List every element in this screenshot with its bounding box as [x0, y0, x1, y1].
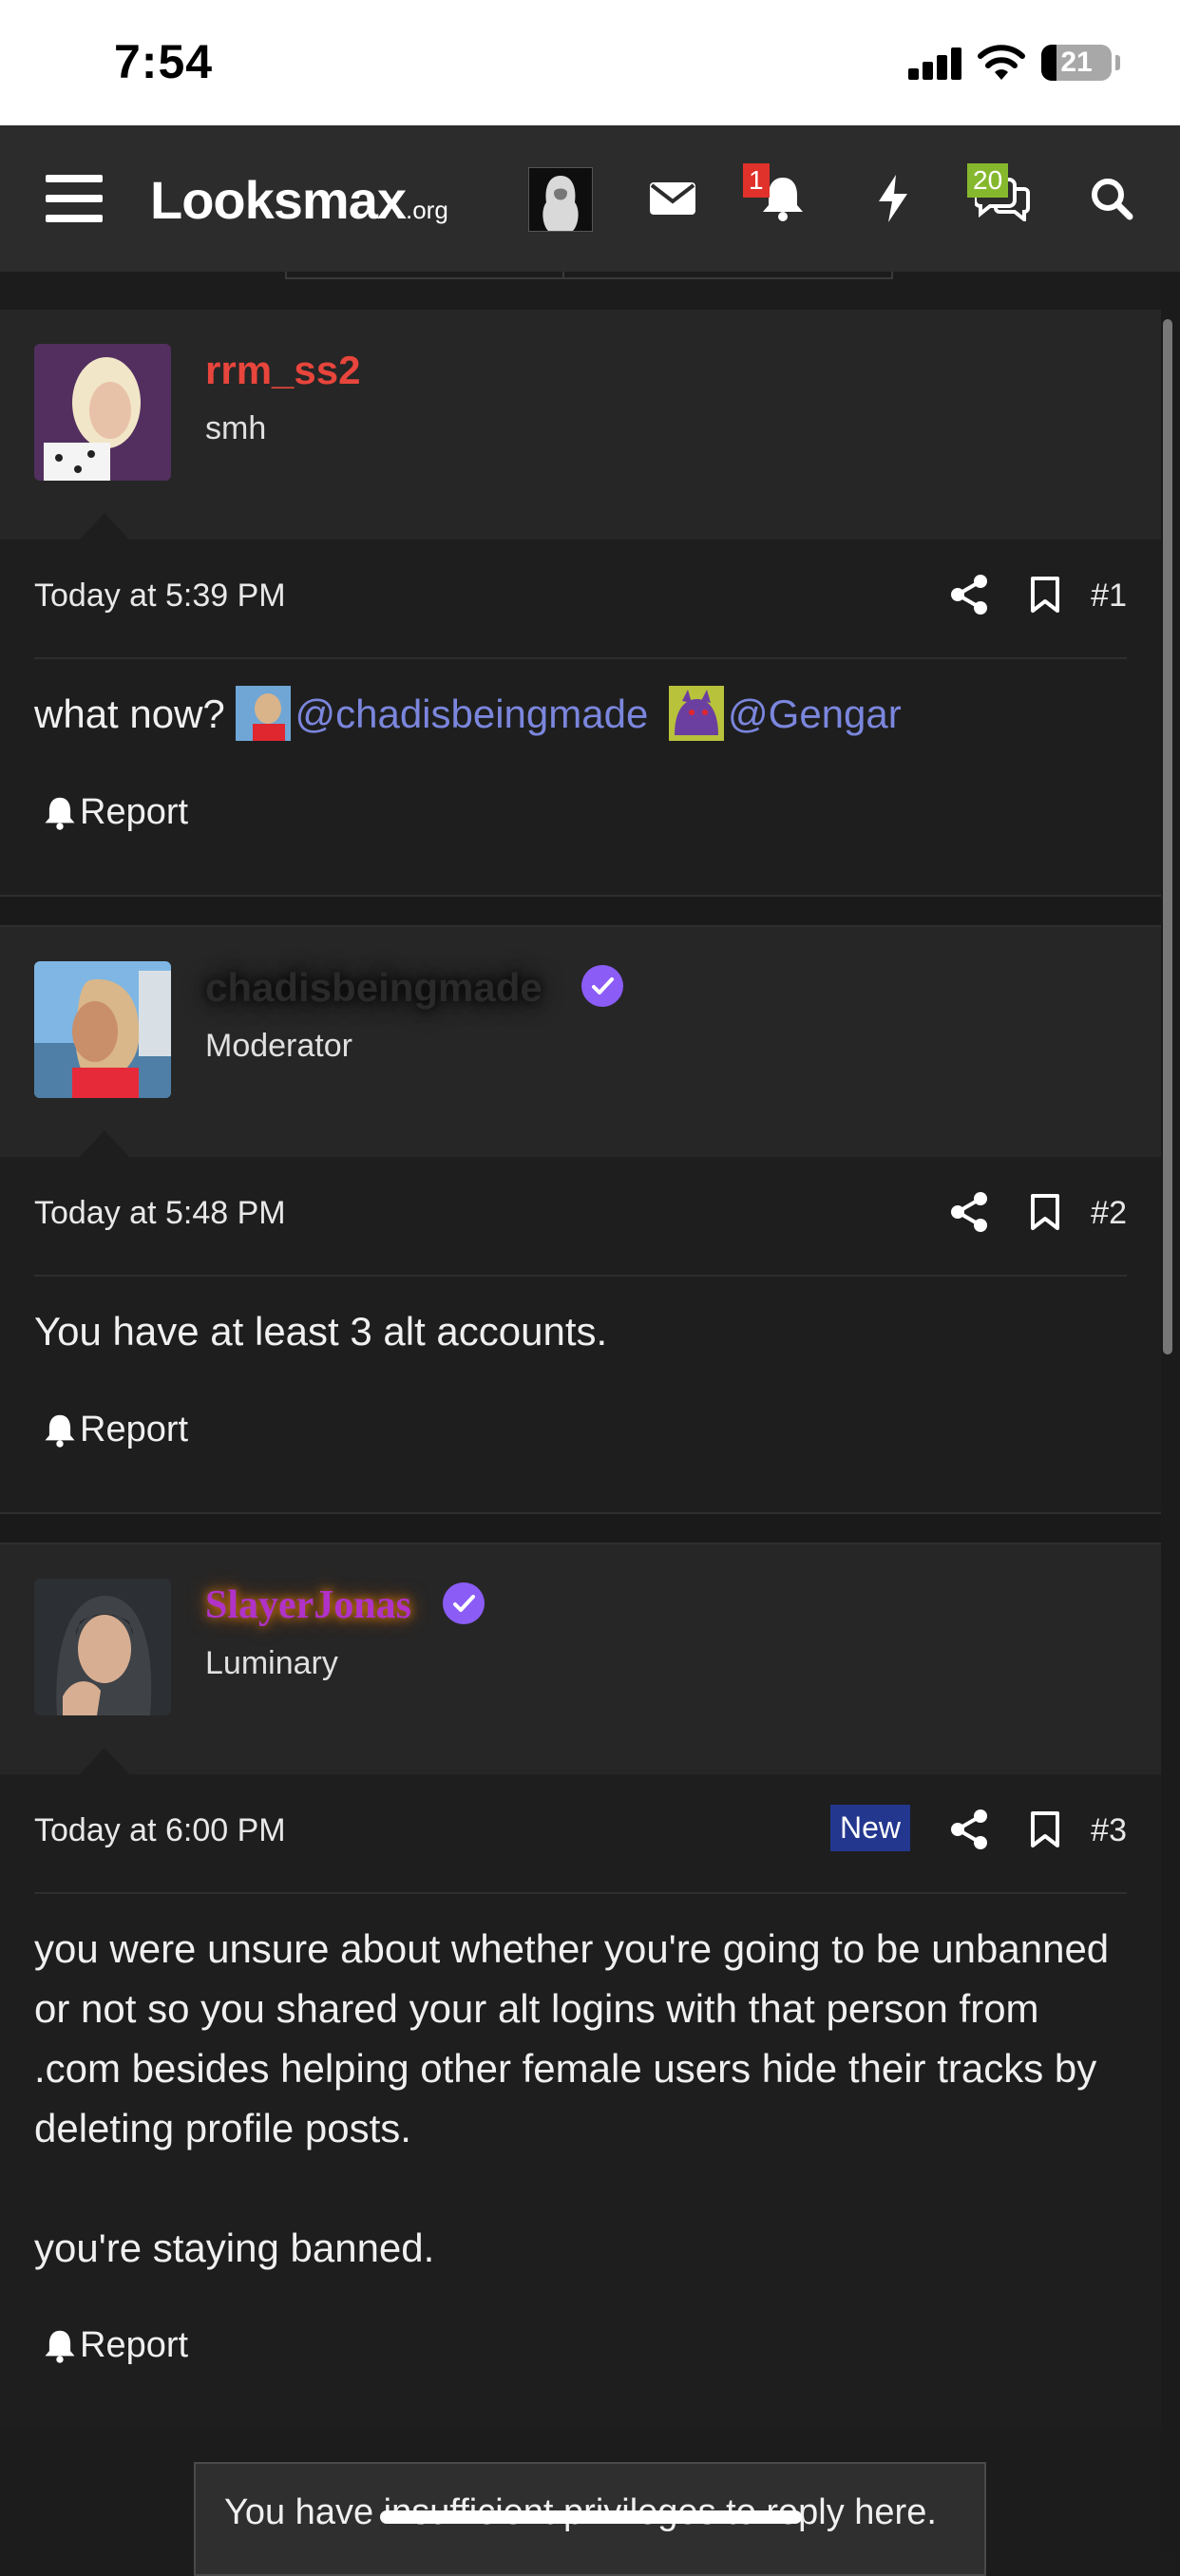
avatar[interactable]	[34, 344, 171, 481]
verified-check-icon	[443, 1582, 485, 1624]
whats-new-button[interactable]	[855, 125, 931, 272]
post-meta: Today at 5:39 PM #1	[34, 540, 1127, 659]
message-text: what now?	[34, 691, 237, 736]
wifi-icon	[978, 45, 1025, 80]
status-bar: 7:54 21	[0, 0, 1180, 125]
status-time: 7:54	[114, 35, 214, 88]
share-icon[interactable]	[950, 1809, 988, 1850]
bell-icon	[45, 2330, 75, 2363]
user-avatar-button[interactable]	[528, 167, 593, 232]
bookmark-icon[interactable]	[1030, 1810, 1060, 1848]
post-body: Today at 5:39 PM #1 what now? @chadisbei…	[0, 540, 1161, 895]
post-message: You have at least 3 alt accounts.	[34, 1309, 608, 1354]
post-author-header: SlayerJonas Luminary	[0, 1544, 1161, 1774]
post-body: Today at 6:00 PM New #3 you were unsure …	[0, 1774, 1161, 2428]
post-author-header: chadisbeingmade Moderator	[0, 927, 1161, 1157]
post-2: chadisbeingmade Moderator Today at 5:48 …	[0, 927, 1161, 1512]
post-1: rrm_ss2 smh Today at 5:39 PM #1 what now…	[0, 310, 1161, 895]
report-label: Report	[80, 2325, 189, 2365]
post-username[interactable]: rrm_ss2	[205, 348, 360, 393]
report-button[interactable]: Report	[44, 792, 188, 833]
post-3: SlayerJonas Luminary Today at 6:00 PM Ne…	[0, 1544, 1161, 2428]
bookmark-icon[interactable]	[1030, 1193, 1060, 1231]
alerts-button[interactable]	[745, 125, 821, 272]
battery-level: 21	[1060, 47, 1093, 78]
site-logo[interactable]: Looksmax.org	[150, 169, 448, 231]
post-number[interactable]: #2	[1091, 1195, 1127, 1232]
report-label: Report	[80, 792, 189, 832]
user-title: Moderator	[205, 1028, 352, 1064]
user-title: smh	[205, 410, 267, 446]
post-number[interactable]: #1	[1091, 578, 1127, 615]
report-label: Report	[80, 1410, 189, 1449]
avatar[interactable]	[34, 1579, 171, 1715]
post-body: Today at 5:48 PM #2 You have at least 3 …	[0, 1157, 1161, 1512]
mention-link[interactable]: @Gengar	[728, 691, 902, 736]
new-badge: New	[830, 1805, 911, 1851]
report-button[interactable]: Report	[44, 1410, 188, 1450]
avatar[interactable]	[34, 961, 171, 1098]
message-paragraph: you were unsure about whether you're goi…	[34, 1926, 1110, 2150]
home-indicator[interactable]	[380, 2510, 802, 2524]
post-timestamp[interactable]: Today at 5:48 PM	[34, 1195, 286, 1232]
scrollbar-thumb[interactable]	[1163, 319, 1172, 1354]
envelope-icon	[650, 182, 695, 215]
post-author-header: rrm_ss2 smh	[0, 310, 1161, 540]
post-username[interactable]: SlayerJonas	[205, 1582, 411, 1628]
post-meta: Today at 5:48 PM #2	[34, 1157, 1127, 1277]
conversations-count-badge: 20	[967, 163, 1009, 198]
post-meta: Today at 6:00 PM New #3	[34, 1774, 1127, 1894]
share-icon[interactable]	[950, 1191, 988, 1233]
post-separator	[0, 895, 1180, 927]
user-title: Luminary	[205, 1645, 338, 1681]
verified-check-icon	[581, 965, 623, 1007]
logo-text: Looksmax	[150, 170, 407, 230]
mention-avatar	[669, 686, 725, 741]
nav-sub-tabs	[285, 272, 893, 279]
cellular-signal-icon	[908, 47, 961, 80]
conversations-button[interactable]	[960, 125, 1045, 272]
post-message: you were unsure about whether you're goi…	[34, 1919, 1127, 2278]
bolt-icon	[879, 175, 907, 222]
post-number[interactable]: #3	[1091, 1812, 1127, 1849]
bookmark-icon[interactable]	[1030, 576, 1060, 614]
post-message: what now? @chadisbeingmade @Gengar	[34, 684, 1127, 744]
avatar	[529, 168, 592, 231]
post-separator	[0, 1512, 1180, 1544]
report-button[interactable]: Report	[44, 2325, 188, 2366]
menu-icon	[46, 175, 103, 222]
mention-avatar	[236, 686, 292, 741]
bell-icon	[45, 1414, 75, 1448]
alerts-count-badge: 1	[743, 163, 770, 198]
share-icon[interactable]	[950, 574, 988, 616]
mention-link[interactable]: @chadisbeingmade	[295, 691, 648, 736]
search-button[interactable]	[1074, 125, 1150, 272]
post-username[interactable]: chadisbeingmade	[205, 965, 542, 1011]
inbox-button[interactable]	[635, 125, 711, 272]
post-timestamp[interactable]: Today at 5:39 PM	[34, 578, 286, 615]
message-paragraph: you're staying banned.	[34, 2226, 435, 2270]
battery-icon: 21	[1041, 45, 1112, 81]
search-icon	[1092, 179, 1133, 220]
menu-button[interactable]	[38, 125, 110, 272]
bell-icon	[45, 797, 75, 830]
logo-suffix: .org	[406, 196, 448, 224]
post-timestamp[interactable]: Today at 6:00 PM	[34, 1812, 286, 1849]
